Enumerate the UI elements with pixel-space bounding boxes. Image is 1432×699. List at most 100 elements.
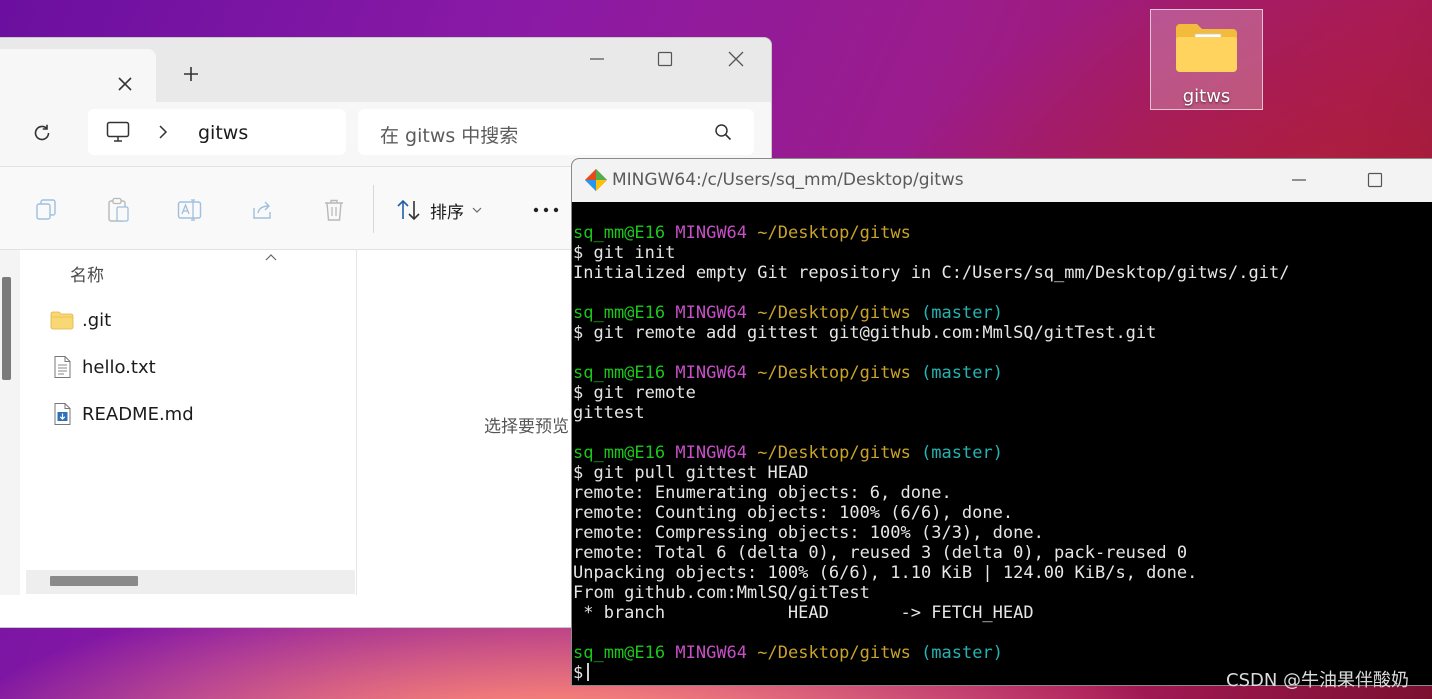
this-pc-icon[interactable] [106, 121, 130, 143]
prompt-system: MINGW64 [675, 643, 748, 663]
close-window-button[interactable] [721, 46, 751, 72]
share-icon[interactable] [247, 195, 277, 225]
pane-divider [356, 250, 357, 595]
prompt-user: sq_mm@E16 [573, 643, 666, 663]
prompt-user: sq_mm@E16 [573, 443, 666, 463]
prompt-system: MINGW64 [675, 443, 748, 463]
maximize-button[interactable] [650, 46, 680, 72]
command-line: $ git remote add gittest git@github.com:… [573, 323, 1431, 343]
toolbar-divider [373, 185, 374, 233]
paste-icon[interactable] [103, 195, 133, 225]
close-tab-icon[interactable] [112, 71, 138, 97]
output-line: * branch HEAD -> FETCH_HEAD [573, 603, 1034, 623]
terminal-titlebar[interactable]: MINGW64:/c/Users/sq_mm/Desktop/gitws [572, 159, 1432, 202]
delete-icon[interactable] [319, 195, 349, 225]
desktop-icon-label: gitws [1182, 86, 1231, 107]
terminal-title: MINGW64:/c/Users/sq_mm/Desktop/gitws [612, 170, 964, 190]
list-item[interactable]: .git [50, 305, 111, 335]
address-row: gitws 在 gitws 中搜索 [0, 102, 771, 166]
file-name: .git [82, 309, 112, 331]
list-item[interactable]: hello.txt [50, 352, 156, 382]
more-options-icon[interactable] [528, 195, 564, 225]
output-line: Initialized empty Git repository in C:/U… [573, 263, 1290, 283]
output-line: remote: Counting objects: 100% (6/6), do… [573, 503, 1014, 523]
list-item[interactable]: README.md [50, 399, 194, 429]
copy-icon[interactable] [31, 195, 61, 225]
sort-ascending-icon [264, 252, 278, 262]
search-icon[interactable] [714, 123, 732, 141]
address-path[interactable]: gitws [198, 122, 248, 144]
column-header-name[interactable]: 名称 [70, 261, 104, 286]
markdown-file-icon [50, 402, 74, 426]
prompt-user: sq_mm@E16 [573, 303, 666, 323]
git-bash-terminal-window[interactable]: MINGW64:/c/Users/sq_mm/Desktop/gitws sq_… [571, 158, 1432, 686]
sort-icon [396, 199, 422, 221]
minimize-button[interactable] [1284, 167, 1314, 193]
active-tab[interactable] [0, 49, 156, 102]
prompt-system: MINGW64 [675, 363, 748, 383]
search-placeholder: 在 gitws 中搜索 [380, 125, 519, 147]
file-name: README.md [82, 403, 194, 425]
prompt-line: sq_mm@E16 MINGW64 ~/Desktop/gitws (maste… [573, 443, 1431, 463]
command-line: $ git remote [573, 383, 1431, 403]
prompt-path: ~/Desktop/gitws [757, 223, 911, 243]
horizontal-scrollbar[interactable] [26, 570, 355, 594]
minimize-button[interactable] [582, 46, 612, 72]
command-text: $ git remote add gittest git@github.com:… [573, 323, 1157, 343]
prompt-line: sq_mm@E16 MINGW64 ~/Desktop/gitws [573, 223, 1431, 243]
prompt-branch: (master) [921, 363, 1003, 383]
git-logo-icon [584, 168, 608, 192]
command-text: $ git pull gittest HEAD [573, 463, 809, 483]
output-line: remote: Compressing objects: 100% (3/3),… [573, 523, 1044, 543]
new-tab-button[interactable] [177, 60, 205, 88]
prompt-line: sq_mm@E16 MINGW64 ~/Desktop/gitws (maste… [573, 643, 1431, 663]
prompt-user: sq_mm@E16 [573, 223, 666, 243]
tab-bar [0, 38, 771, 102]
prompt-path: ~/Desktop/gitws [757, 303, 911, 323]
prompt-line: sq_mm@E16 MINGW64 ~/Desktop/gitws (maste… [573, 363, 1431, 383]
address-bar[interactable]: gitws [88, 109, 346, 155]
preview-pane-message: 选择要预览 [484, 417, 569, 437]
chevron-right-icon[interactable] [158, 125, 168, 139]
command-text: $ [573, 663, 584, 683]
output-line: gittest [573, 403, 645, 423]
prompt-path: ~/Desktop/gitws [757, 363, 911, 383]
scrollbar-thumb[interactable] [2, 277, 11, 380]
chevron-down-icon [472, 206, 482, 214]
refresh-icon[interactable] [28, 119, 56, 147]
desktop-folder-shortcut[interactable]: gitws [1150, 9, 1263, 110]
folder-icon [1173, 18, 1241, 76]
prompt-branch: (master) [921, 643, 1003, 663]
text-file-icon [50, 355, 74, 379]
output-line: remote: Total 6 (delta 0), reused 3 (del… [573, 543, 1188, 563]
file-name: hello.txt [82, 356, 156, 378]
sort-label: 排序 [430, 202, 464, 223]
maximize-button[interactable] [1360, 167, 1390, 193]
terminal-output[interactable]: sq_mm@E16 MINGW64 ~/Desktop/gitws $ git i… [573, 223, 1431, 683]
prompt-system: MINGW64 [675, 303, 748, 323]
prompt-branch: (master) [921, 303, 1003, 323]
prompt-line: sq_mm@E16 MINGW64 ~/Desktop/gitws (maste… [573, 303, 1431, 323]
prompt-path: ~/Desktop/gitws [757, 643, 911, 663]
search-input[interactable]: 在 gitws 中搜索 [358, 109, 754, 155]
output-line: remote: Enumerating objects: 6, done. [573, 483, 952, 503]
scrollbar-thumb[interactable] [50, 576, 138, 586]
sort-button[interactable]: 排序 [396, 195, 482, 225]
text-cursor [587, 663, 590, 681]
output-line: Unpacking objects: 100% (6/6), 1.10 KiB … [573, 563, 1198, 583]
output-line: From github.com:MmlSQ/gitTest [573, 583, 870, 603]
vertical-scrollbar[interactable] [0, 250, 20, 595]
prompt-user: sq_mm@E16 [573, 363, 666, 383]
watermark: CSDN @牛油果伴酸奶 [1226, 670, 1410, 691]
command-text: $ git init [573, 243, 676, 263]
command-line: $ git pull gittest HEAD [573, 463, 1431, 483]
rename-icon[interactable] [175, 195, 205, 225]
folder-icon [50, 310, 74, 330]
prompt-branch: (master) [921, 443, 1003, 463]
command-line: $ git init [573, 243, 1431, 263]
prompt-path: ~/Desktop/gitws [757, 443, 911, 463]
